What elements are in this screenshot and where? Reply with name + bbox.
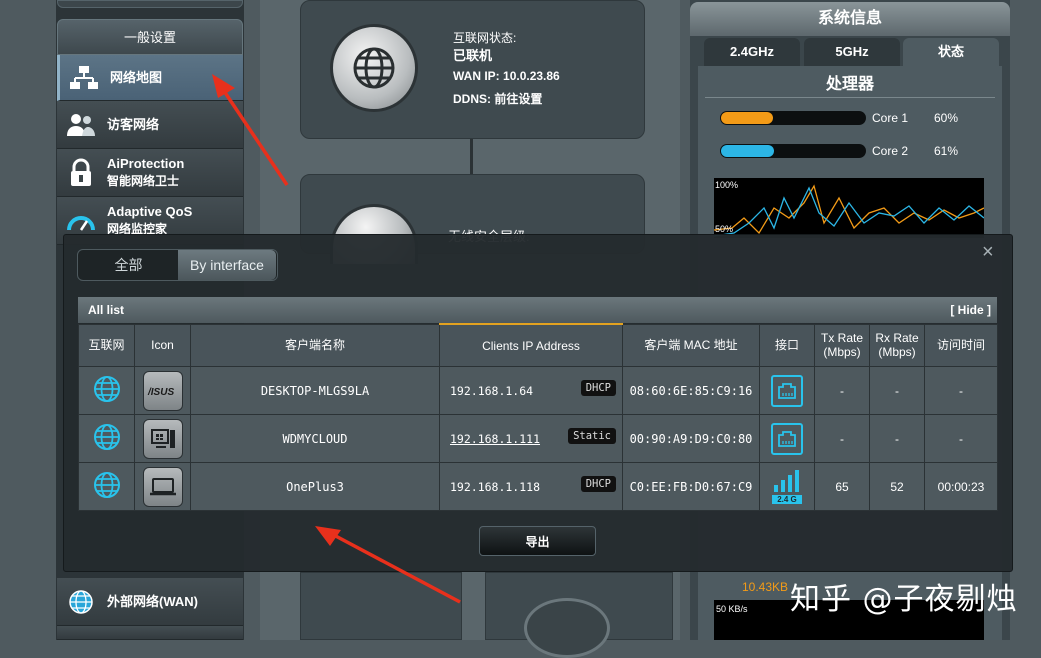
annotation-arrows (212, 74, 461, 604)
annotation-arrow-bottom (329, 531, 461, 604)
annotation-arrow-top (220, 87, 289, 186)
watermark-text: 知乎 @子夜剔烛 (790, 582, 1018, 617)
annotation-arrowhead-top (212, 74, 235, 98)
